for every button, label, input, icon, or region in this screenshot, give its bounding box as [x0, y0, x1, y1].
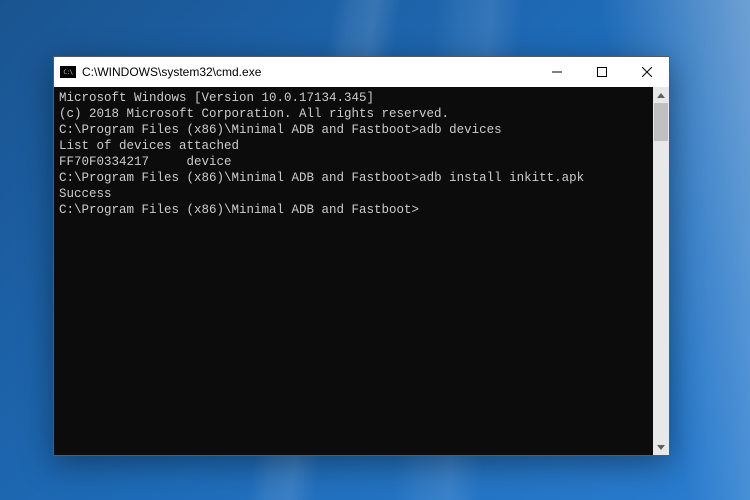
scroll-up-arrow-icon[interactable]	[653, 87, 669, 103]
devices-header: List of devices attached	[59, 138, 648, 154]
copyright-line: (c) 2018 Microsoft Corporation. All righ…	[59, 106, 648, 122]
prompt-line-2: C:\Program Files (x86)\Minimal ADB and F…	[59, 170, 648, 186]
command-text: adb install inkitt.apk	[419, 171, 584, 185]
prompt-path: C:\Program Files (x86)\Minimal ADB and F…	[59, 123, 419, 137]
titlebar[interactable]: C:\ C:\WINDOWS\system32\cmd.exe	[54, 57, 669, 87]
device-row: FF70F0334217 device	[59, 154, 648, 170]
maximize-button[interactable]	[579, 57, 624, 87]
device-id: FF70F0334217	[59, 155, 149, 169]
prompt-path: C:\Program Files (x86)\Minimal ADB and F…	[59, 203, 419, 217]
result-line: Success	[59, 186, 648, 202]
cmd-icon-text: C:\	[63, 69, 72, 76]
cmd-window: C:\ C:\WINDOWS\system32\cmd.exe Microsof…	[53, 56, 670, 456]
version-line: Microsoft Windows [Version 10.0.17134.34…	[59, 90, 648, 106]
console-output[interactable]: Microsoft Windows [Version 10.0.17134.34…	[54, 87, 653, 455]
command-text: adb devices	[419, 123, 502, 137]
close-button[interactable]	[624, 57, 669, 87]
close-icon	[642, 67, 652, 77]
cmd-icon: C:\	[60, 66, 76, 78]
prompt-line-1: C:\Program Files (x86)\Minimal ADB and F…	[59, 122, 648, 138]
prompt-line-3: C:\Program Files (x86)\Minimal ADB and F…	[59, 202, 648, 218]
vertical-scrollbar[interactable]	[653, 87, 669, 455]
minimize-icon	[552, 67, 562, 77]
prompt-path: C:\Program Files (x86)\Minimal ADB and F…	[59, 171, 419, 185]
maximize-icon	[597, 67, 607, 77]
window-title: C:\WINDOWS\system32\cmd.exe	[82, 65, 534, 79]
device-status: device	[187, 155, 232, 169]
scroll-down-arrow-icon[interactable]	[653, 439, 669, 455]
minimize-button[interactable]	[534, 57, 579, 87]
window-controls	[534, 57, 669, 87]
scroll-thumb[interactable]	[654, 103, 668, 141]
scroll-track[interactable]	[653, 103, 669, 439]
console-area: Microsoft Windows [Version 10.0.17134.34…	[54, 87, 669, 455]
